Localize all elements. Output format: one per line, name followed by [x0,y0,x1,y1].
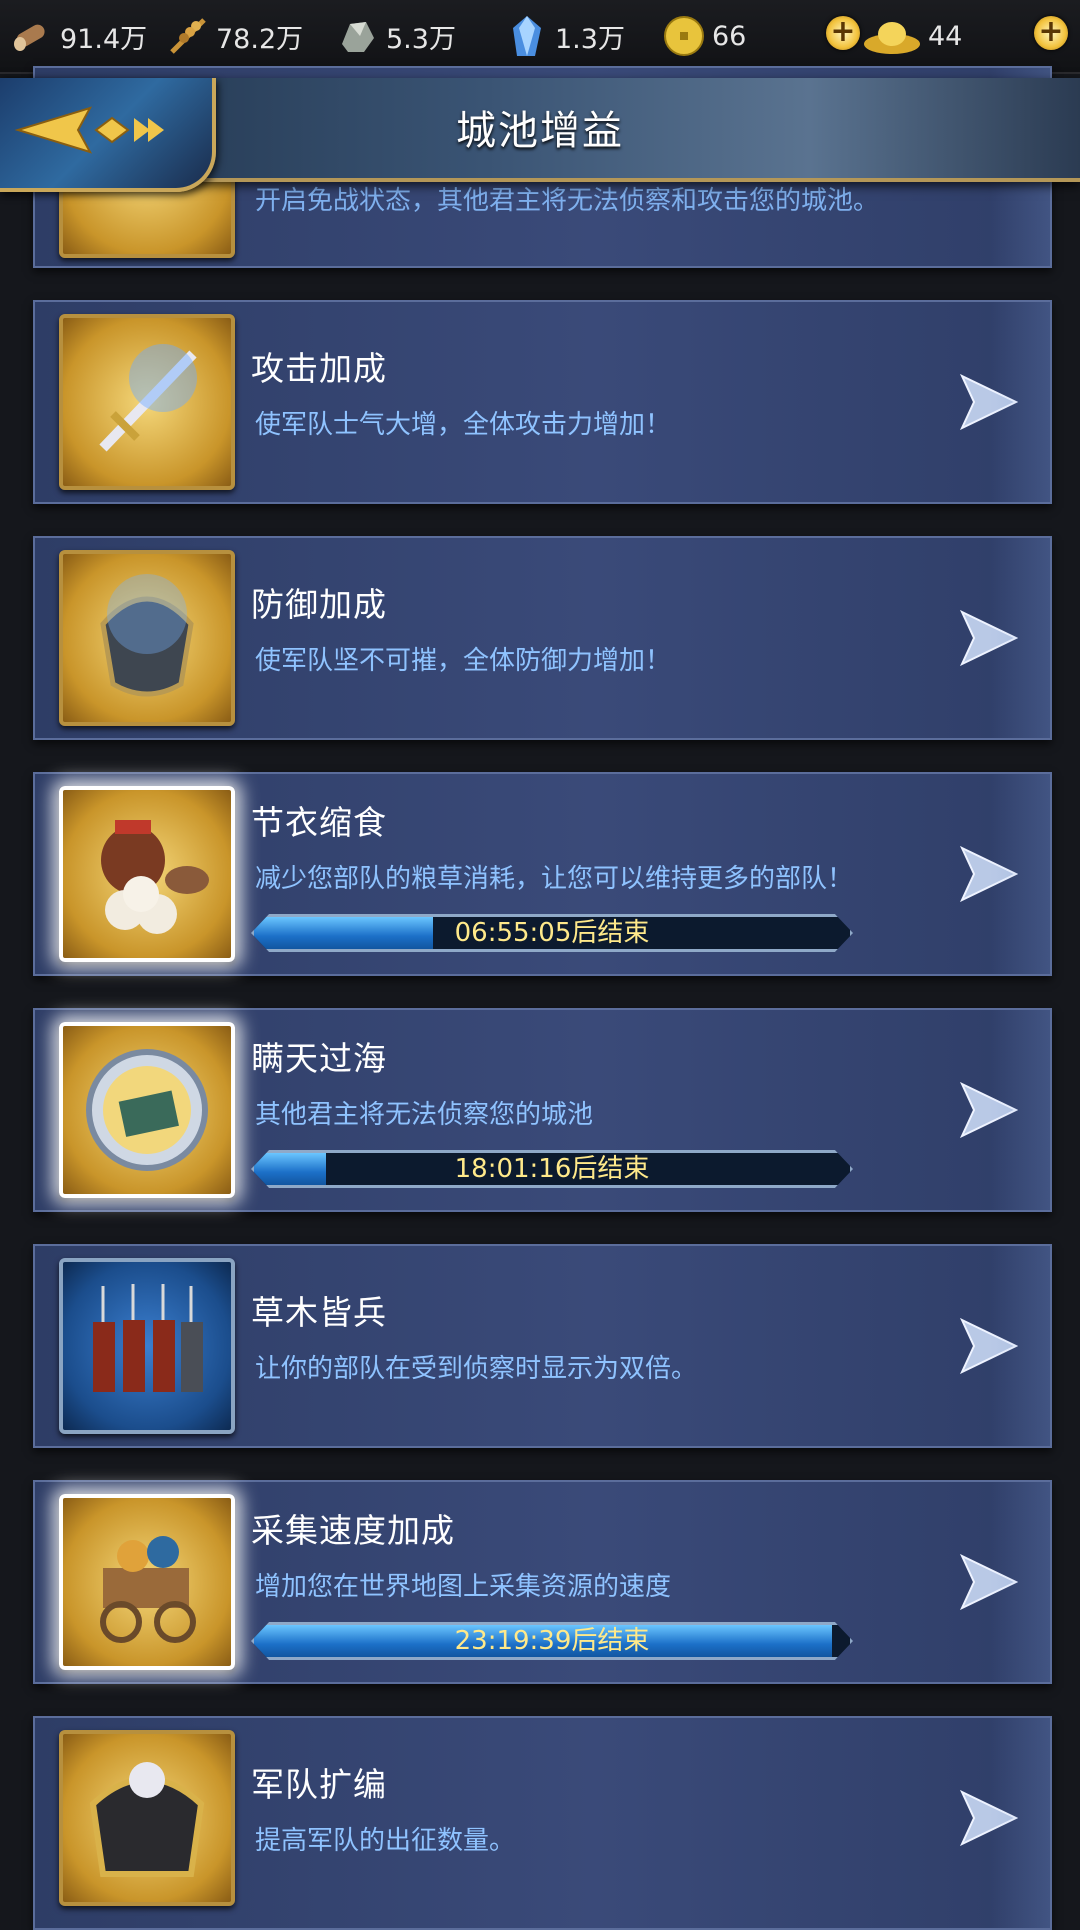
back-button[interactable] [0,78,216,192]
back-arrow-icon [14,106,164,154]
buff-card-defense[interactable]: 防御加成 使军队坚不可摧，全体防御力增加！ [33,536,1052,740]
go-arrow-icon[interactable] [960,1554,1018,1610]
buff-card-double-troops[interactable]: 草木皆兵 让你的部队在受到侦察时显示为双倍。 [33,1244,1052,1448]
buff-card-attack[interactable]: 攻击加成 使军队士气大增，全体攻击力增加！ [33,300,1052,504]
go-arrow-icon[interactable] [960,374,1018,430]
buff-card-gather-speed[interactable]: 采集速度加成 增加您在世界地图上采集资源的速度 23:19:39后结束 [33,1480,1052,1684]
buff-card-army-expand[interactable]: 军队扩编 提高军队的出征数量。 [33,1716,1052,1930]
go-arrow-icon[interactable] [960,1082,1018,1138]
soldiers-icon [59,1258,235,1434]
helmet-shield-icon [59,550,235,726]
compass-scroll-icon [59,1022,235,1198]
buff-timer-bar: 18:01:16后结束 [251,1150,853,1188]
buff-timer-bar: 06:55:05后结束 [251,914,853,952]
cart-icon [59,1494,235,1670]
buff-card-anti-scout[interactable]: 瞒天过海 其他君主将无法侦察您的城池 18:01:16后结束 [33,1008,1052,1212]
go-arrow-icon[interactable] [960,610,1018,666]
go-arrow-icon[interactable] [960,1790,1018,1846]
armor-icon [59,1730,235,1906]
go-arrow-icon[interactable] [960,846,1018,902]
buff-timer-bar: 23:19:39后结束 [251,1622,853,1660]
sword-icon [59,314,235,490]
food-jar-icon [59,786,235,962]
buff-card-food-saving[interactable]: 节衣缩食 减少您部队的粮草消耗，让您可以维持更多的部队！ 06:55:05后结束 [33,772,1052,976]
buff-list: 开启免战状态，其他君主将无法侦察和攻击您的城池。 攻击加成 使军队士气大增，全体… [0,0,1080,1930]
go-arrow-icon[interactable] [960,1318,1018,1374]
